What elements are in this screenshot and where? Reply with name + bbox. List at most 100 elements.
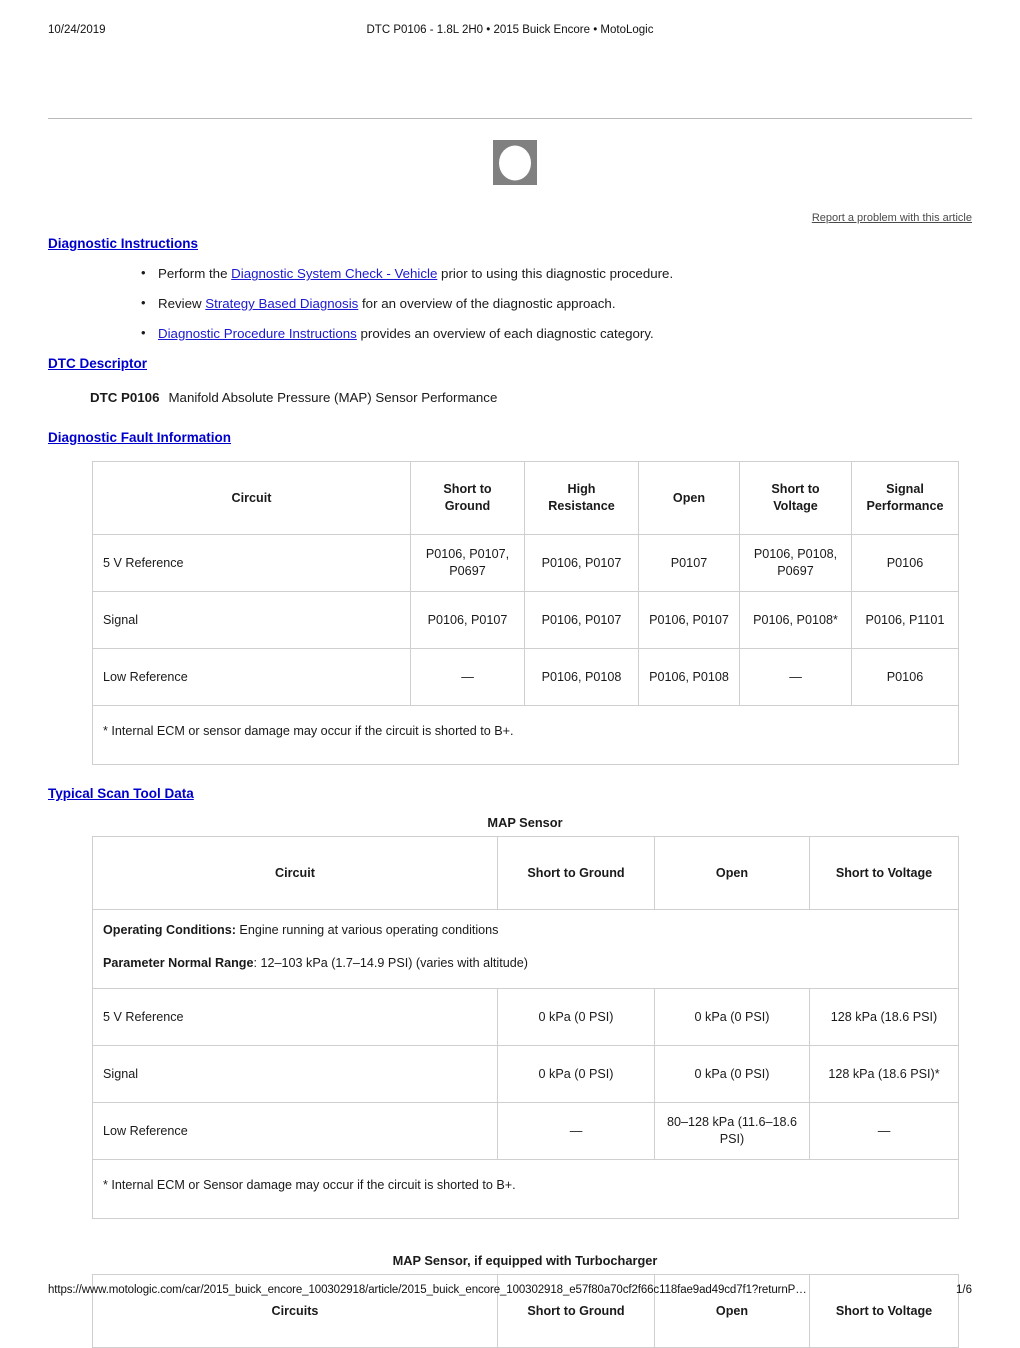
cell-circuit: Low Reference — [92, 1102, 498, 1160]
cell-short-to-voltage: — — [739, 648, 852, 706]
cell-short-to-ground: P0106, P0107 — [410, 591, 525, 649]
column-header-short-to-ground: Short to Ground — [497, 836, 655, 910]
link-diagnostic-procedure-instructions[interactable]: Diagnostic Procedure Instructions — [158, 326, 357, 341]
table-footnote-row: * Internal ECM or sensor damage may occu… — [92, 705, 959, 765]
operating-conditions-line: Operating Conditions: Engine running at … — [103, 922, 948, 939]
table-footnote: * Internal ECM or sensor damage may occu… — [92, 705, 959, 765]
table-header-row: Circuit Short to Ground High Resistance … — [92, 461, 959, 535]
cell-open: P0106, P0107 — [638, 591, 740, 649]
column-header-circuit: Circuit — [92, 836, 498, 910]
table-row: Signal P0106, P0107 P0106, P0107 P0106, … — [92, 591, 959, 649]
cell-short-to-voltage: 128 kPa (18.6 PSI) — [809, 988, 959, 1046]
operating-conditions-label: Operating Conditions: — [103, 923, 236, 937]
parameter-normal-range-line: Parameter Normal Range: 12–103 kPa (1.7–… — [103, 955, 948, 972]
cell-circuit: Signal — [92, 591, 411, 649]
cell-circuit: Low Reference — [92, 648, 411, 706]
diagnostic-instructions-section: Diagnostic Instructions — [48, 235, 972, 253]
cell-short-to-ground: — — [410, 648, 525, 706]
column-header-circuit: Circuit — [92, 461, 411, 535]
cell-short-to-ground: 0 kPa (0 PSI) — [497, 1045, 655, 1103]
print-footer-page-number: 1/6 — [956, 1284, 972, 1296]
table-header-row: Circuit Short to Ground Open Short to Vo… — [92, 836, 959, 910]
cell-open: 0 kPa (0 PSI) — [654, 1045, 810, 1103]
table-conditions-row: Operating Conditions: Engine running at … — [92, 909, 959, 989]
table-row: Low Reference — P0106, P0108 P0106, P010… — [92, 648, 959, 706]
dtc-descriptor-section: DTC Descriptor — [48, 355, 972, 373]
map-sensor-table-wrap: MAP Sensor Circuit Short to Ground Open … — [48, 815, 972, 1219]
section-heading-typical-scan-tool-data[interactable]: Typical Scan Tool Data — [48, 785, 194, 803]
print-title: DTC P0106 - 1.8L 2H0 • 2015 Buick Encore… — [366, 24, 654, 36]
cell-open: P0107 — [638, 534, 740, 592]
parameter-normal-range-value: : 12–103 kPa (1.7–14.9 PSI) (varies with… — [253, 956, 528, 970]
bullet-text-post: prior to using this diagnostic procedure… — [437, 266, 674, 281]
header-divider — [48, 118, 972, 119]
cell-high-resistance: P0106, P0107 — [524, 534, 639, 592]
bullet-text-post: for an overview of the diagnostic approa… — [358, 296, 616, 311]
column-header-short-to-voltage: Short to Voltage — [739, 461, 852, 535]
table-row: 5 V Reference P0106, P0107, P0697 P0106,… — [92, 534, 959, 592]
list-item: Perform the Diagnostic System Check - Ve… — [141, 264, 972, 282]
cell-open: P0106, P0108 — [638, 648, 740, 706]
cell-short-to-ground: — — [497, 1102, 655, 1160]
cell-high-resistance: P0106, P0107 — [524, 591, 639, 649]
bullet-text-post: provides an overview of each diagnostic … — [356, 326, 654, 341]
link-diagnostic-system-check[interactable]: Diagnostic System Check - Vehicle — [231, 266, 437, 281]
dtc-description: Manifold Absolute Pressure (MAP) Sensor … — [168, 390, 498, 405]
diagnostic-instructions-list: Perform the Diagnostic System Check - Ve… — [48, 264, 972, 342]
table-caption-map-sensor: MAP Sensor — [487, 815, 563, 830]
cell-circuit: Signal — [92, 1045, 498, 1103]
column-header-short-to-voltage: Short to Voltage — [809, 836, 959, 910]
column-header-high-resistance: High Resistance — [524, 461, 639, 535]
bullet-text-pre: Perform the — [158, 266, 232, 281]
table-row: 5 V Reference 0 kPa (0 PSI) 0 kPa (0 PSI… — [92, 988, 959, 1046]
fault-information-table-wrap: Circuit Short to Ground High Resistance … — [48, 461, 972, 765]
section-heading-diagnostic-fault-information[interactable]: Diagnostic Fault Information — [48, 429, 231, 447]
section-heading-diagnostic-instructions[interactable]: Diagnostic Instructions — [48, 235, 198, 253]
article-body: Report a problem with this article Diagn… — [48, 118, 972, 1348]
table-footnote: * Internal ECM or Sensor damage may occu… — [92, 1159, 959, 1219]
cell-short-to-voltage: — — [809, 1102, 959, 1160]
cell-signal-performance: P0106 — [851, 534, 959, 592]
table-caption-map-sensor-turbo: MAP Sensor, if equipped with Turbocharge… — [392, 1253, 658, 1268]
report-problem-link[interactable]: Report a problem with this article — [812, 212, 972, 224]
parameter-normal-range-label: Parameter Normal Range — [103, 956, 254, 970]
print-footer-url: https://www.motologic.com/car/2015_buick… — [48, 1284, 807, 1296]
column-header-signal-performance: Signal Performance — [851, 461, 959, 535]
cell-circuit: 5 V Reference — [92, 534, 411, 592]
map-sensor-turbo-table-wrap: MAP Sensor, if equipped with Turbocharge… — [48, 1253, 972, 1348]
print-header: 10/24/2019 DTC P0106 - 1.8L 2H0 • 2015 B… — [48, 22, 972, 38]
cell-short-to-voltage: 128 kPa (18.6 PSI)* — [809, 1045, 959, 1103]
column-header-short-to-ground: Short to Ground — [410, 461, 525, 535]
cell-open: 0 kPa (0 PSI) — [654, 988, 810, 1046]
cell-short-to-ground: 0 kPa (0 PSI) — [497, 988, 655, 1046]
bullet-text-pre: Review — [158, 296, 206, 311]
cell-open: 80–128 kPa (11.6–18.6 PSI) — [654, 1102, 810, 1160]
cell-high-resistance: P0106, P0108 — [524, 648, 639, 706]
operating-conditions-value: Engine running at various operating cond… — [235, 923, 499, 937]
cell-signal-performance: P0106, P1101 — [851, 591, 959, 649]
diagnostic-fault-information-section: Diagnostic Fault Information — [48, 429, 972, 447]
dtc-descriptor-row: DTC P0106 Manifold Absolute Pressure (MAP… — [48, 389, 972, 407]
map-sensor-table: Circuit Short to Ground Open Short to Vo… — [92, 836, 959, 1219]
cell-short-to-voltage: P0106, P0108, P0697 — [739, 534, 852, 592]
dtc-code: DTC P0106 — [90, 390, 160, 405]
report-problem-row: Report a problem with this article — [48, 208, 972, 224]
cell-signal-performance: P0106 — [851, 648, 959, 706]
column-header-open: Open — [638, 461, 740, 535]
cell-circuit: 5 V Reference — [92, 988, 498, 1046]
cell-short-to-voltage: P0106, P0108* — [739, 591, 852, 649]
typical-scan-tool-data-section: Typical Scan Tool Data — [48, 785, 972, 803]
article-image-block — [48, 140, 972, 186]
fault-information-table: Circuit Short to Ground High Resistance … — [92, 461, 959, 765]
table-row: Signal 0 kPa (0 PSI) 0 kPa (0 PSI) 128 k… — [92, 1045, 959, 1103]
column-header-open: Open — [654, 836, 810, 910]
section-heading-dtc-descriptor[interactable]: DTC Descriptor — [48, 355, 147, 373]
table-row: Low Reference — 80–128 kPa (11.6–18.6 PS… — [92, 1102, 959, 1160]
list-item: Diagnostic Procedure Instructions provid… — [141, 324, 972, 342]
broken-image-icon — [493, 140, 537, 185]
cell-short-to-ground: P0106, P0107, P0697 — [410, 534, 525, 592]
print-footer: https://www.motologic.com/car/2015_buick… — [48, 1282, 972, 1298]
link-strategy-based-diagnosis[interactable]: Strategy Based Diagnosis — [205, 296, 358, 311]
table-footnote-row: * Internal ECM or Sensor damage may occu… — [92, 1159, 959, 1219]
